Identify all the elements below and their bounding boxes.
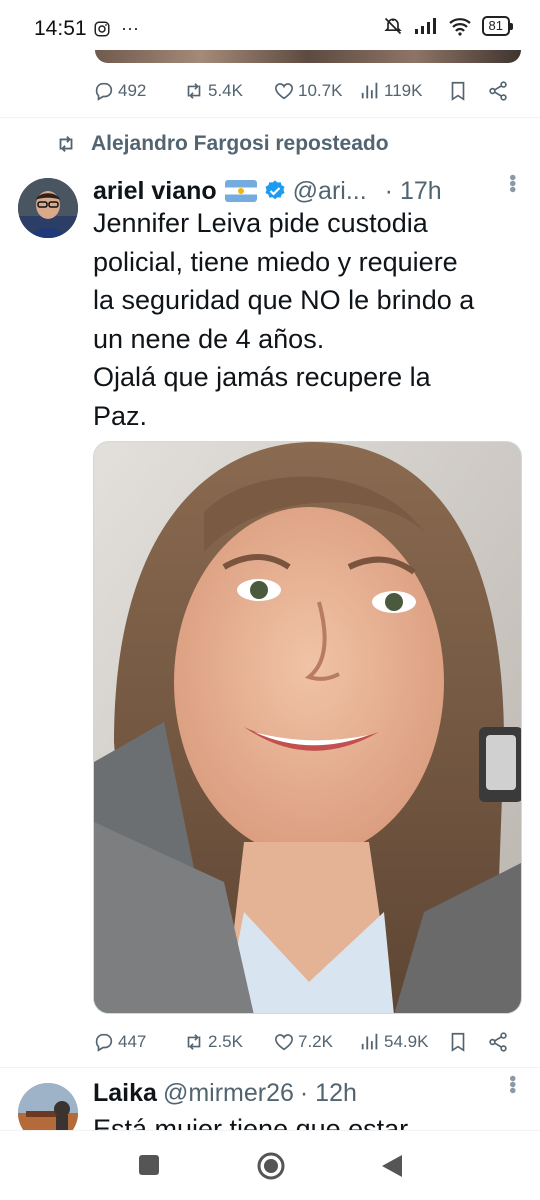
views-icon xyxy=(361,82,378,99)
like-button[interactable]: 7.2K xyxy=(273,1031,333,1053)
tweet-photo[interactable] xyxy=(93,441,522,1014)
views-count: 119K xyxy=(384,81,423,100)
like-count: 7.2K xyxy=(298,1032,333,1051)
repost-button[interactable]: 5.4K xyxy=(183,80,243,102)
views-count: 54.9K xyxy=(384,1032,429,1051)
previous-tweet-media[interactable] xyxy=(95,50,521,63)
repost-count: 2.5K xyxy=(208,1032,243,1051)
reply-icon xyxy=(95,1033,113,1052)
avatar-image xyxy=(18,178,78,238)
bookmark-icon xyxy=(451,81,465,101)
mute-icon xyxy=(383,17,402,35)
repost-count: 5.4K xyxy=(208,81,243,100)
views-button[interactable]: 119K xyxy=(359,80,422,102)
heart-icon xyxy=(274,1034,294,1051)
bookmark-button[interactable] xyxy=(447,80,469,102)
share-button[interactable] xyxy=(487,80,509,102)
system-navigation-bar xyxy=(0,1130,540,1200)
like-count: 10.7K xyxy=(298,81,343,100)
repost-icon xyxy=(59,136,73,152)
share-icon xyxy=(489,81,507,101)
photo-portrait xyxy=(94,442,521,1013)
bookmark-button[interactable] xyxy=(447,1031,469,1053)
more-options-icon[interactable]: ••• xyxy=(500,174,523,192)
more-dots-icon: ··· xyxy=(121,18,139,38)
reply-header: Laika @mirmer26 · 12h ••• xyxy=(93,1075,523,1111)
tweet-text: Jennifer Leiva pide custodia policial, t… xyxy=(93,208,475,431)
tweet-time[interactable]: · 17h xyxy=(385,177,442,206)
tweet-actions: 447 2.5K 7.2K 54.9K xyxy=(93,1027,523,1057)
reply-count: 447 xyxy=(118,1032,147,1051)
heart-icon xyxy=(274,83,294,100)
recents-button[interactable] xyxy=(138,1154,160,1176)
back-button[interactable] xyxy=(380,1153,404,1179)
author-name[interactable]: ariel viano xyxy=(93,177,217,206)
views-button[interactable]: 54.9K xyxy=(359,1031,428,1053)
share-button[interactable] xyxy=(487,1031,509,1053)
tweet-header: ariel viano @ari... · 17h ••• xyxy=(93,174,523,208)
repost-icon xyxy=(187,1034,201,1050)
tweet-time[interactable]: · 12h xyxy=(300,1079,357,1108)
verified-badge-icon xyxy=(265,180,285,200)
status-bar: 14:51 ··· 81 xyxy=(0,0,540,56)
home-button[interactable] xyxy=(256,1151,286,1181)
argentina-flag-icon xyxy=(224,180,257,202)
bookmark-icon xyxy=(451,1032,465,1052)
author-handle[interactable]: @mirmer26 xyxy=(163,1079,294,1108)
reply-text-content: Está mujer tiene que estar xyxy=(93,1114,409,1130)
more-options-icon[interactable]: ••• xyxy=(500,1075,523,1093)
author-handle[interactable]: @ari... xyxy=(293,177,367,206)
avatar[interactable] xyxy=(18,178,78,238)
reply-icon xyxy=(95,82,113,101)
battery-icon: 81 xyxy=(481,16,514,36)
divider xyxy=(0,1067,540,1068)
reply-button[interactable]: 492 xyxy=(93,80,146,102)
share-icon xyxy=(489,1032,507,1052)
reply-button[interactable]: 447 xyxy=(93,1031,146,1053)
instagram-icon xyxy=(94,21,110,36)
prev-tweet-actions: 492 5.4K 10.7K 119K xyxy=(93,76,523,106)
repost-icon xyxy=(187,83,201,99)
author-name[interactable]: Laika xyxy=(93,1079,157,1108)
reply-text: Está mujer tiene que estar xyxy=(93,1110,523,1130)
repost-label: Alejandro Fargosi reposteado xyxy=(91,132,389,155)
repost-indicator[interactable]: Alejandro Fargosi reposteado xyxy=(55,132,389,156)
like-button[interactable]: 10.7K xyxy=(273,80,342,102)
divider xyxy=(0,117,540,118)
status-time: 14:51 xyxy=(34,17,87,40)
views-icon xyxy=(361,1033,378,1050)
reply-count: 492 xyxy=(118,81,147,100)
signal-icon xyxy=(414,18,436,34)
repost-button[interactable]: 2.5K xyxy=(183,1031,243,1053)
wifi-icon xyxy=(448,18,471,36)
